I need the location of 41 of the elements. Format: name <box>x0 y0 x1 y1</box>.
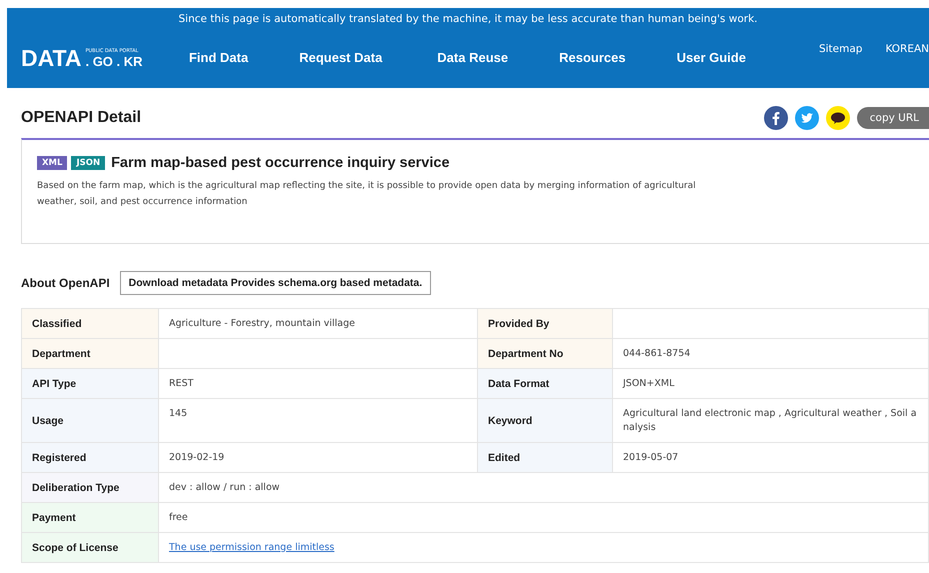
label-cell: Data Format <box>478 369 613 398</box>
logo-domain: . GO . KR <box>85 55 143 69</box>
value-cell: JSON+XML <box>613 369 929 398</box>
download-metadata-button[interactable]: Download metadata Provides schema.org based metadata. <box>120 271 432 295</box>
nav-link[interactable]: User Guide <box>676 50 746 65</box>
label-cell: Scope of License <box>22 533 159 562</box>
copy-url-button[interactable]: copy URL <box>856 107 929 129</box>
nav-link[interactable]: Request Data <box>299 50 382 65</box>
utility-link[interactable]: KOREAN <box>885 43 929 55</box>
format-tag: JSON <box>71 156 106 170</box>
license-link[interactable]: The use permission range limitless <box>169 540 334 554</box>
label-cell: Department No <box>478 339 613 368</box>
label-cell: Payment <box>22 503 159 532</box>
value-cell: free <box>159 503 929 532</box>
utility-link[interactable]: Sitemap <box>818 43 862 55</box>
chat-bubble-icon[interactable] <box>826 106 850 130</box>
value-cell: Agricultural land electronic map , Agricultural weather , Soil a nalysis <box>613 399 929 442</box>
label-cell: Deliberation Type <box>22 473 159 502</box>
nav-link[interactable]: Data Reuse <box>437 50 508 65</box>
service-title: Farm map-based pest occurrence inquiry service <box>111 155 450 171</box>
label-cell: Registered <box>22 443 159 472</box>
nav-link[interactable]: Resources <box>559 50 626 65</box>
service-description: Based on the farm map, which is the agricultural map reflecting the site, it is possible to provide open data by merging information of agricultural weather, soil, and pest occurrence information <box>37 180 697 208</box>
label-cell: Department <box>22 339 159 368</box>
value-cell: 2019-05-07 <box>613 443 929 472</box>
twitter-icon[interactable] <box>794 106 819 130</box>
label-cell: API Type <box>22 369 159 398</box>
section-title: About OpenAPI <box>21 276 110 290</box>
page-title: OPENAPI Detail <box>21 109 142 127</box>
label-cell: Edited <box>478 443 613 472</box>
label-cell: Provided By <box>478 309 613 338</box>
value-cell: 044-861-8754 <box>613 339 929 368</box>
label-cell: Classified <box>22 309 159 338</box>
label-cell: Keyword <box>478 399 613 442</box>
label-cell: Usage <box>22 399 159 442</box>
format-tag: XML <box>37 156 68 170</box>
facebook-icon[interactable] <box>764 106 788 130</box>
logo-text: DATA <box>21 47 82 69</box>
value-cell: dev : allow / run : allow <box>159 473 929 502</box>
nav-link[interactable]: Find Data <box>188 50 248 65</box>
translation-notice: Since this page is automatically translated by the machine, it may be less accurate than human being's work. <box>178 12 758 27</box>
